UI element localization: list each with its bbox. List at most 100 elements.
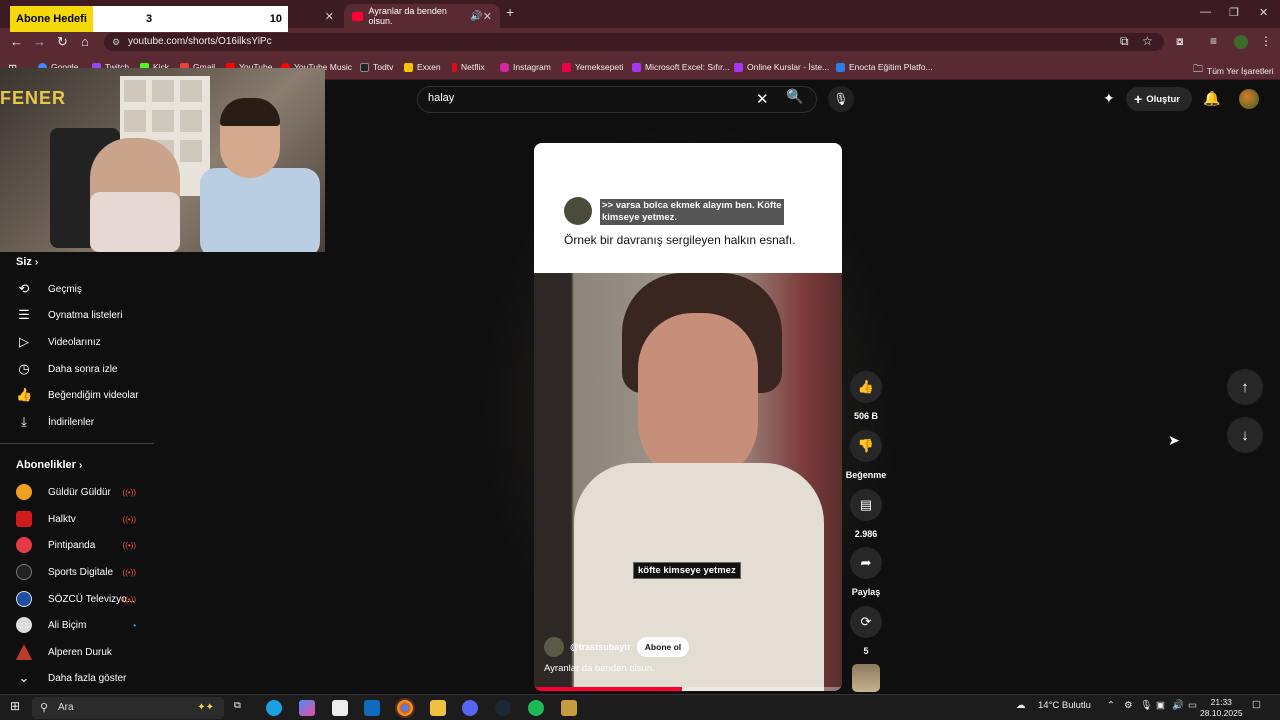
clear-search-icon[interactable]: ✕ [756,90,769,108]
bookmark-enocta[interactable]: Enocta Eğitim Platfo... [836,62,933,72]
like-action[interactable]: 👍 506 B [850,371,882,421]
media-icon[interactable]: ≡ [1210,34,1217,48]
mic-tray-icon[interactable]: 🎙 [1140,700,1152,711]
sidebar-you-header[interactable]: Siz › [16,256,38,268]
sidebar-item-playlists[interactable]: ☰ Oynatma listeleri [0,302,154,328]
sidebar-item-liked[interactable]: 👍 Beğendiğim videolar [0,382,154,408]
menu-icon[interactable]: ⋮ [1260,34,1272,48]
like-icon[interactable]: 👍 [850,371,882,403]
minimize-icon[interactable]: — [1200,6,1211,18]
channel-name[interactable]: @trastsubaytr [570,642,631,652]
bookmark-netflix[interactable]: Netflix [452,62,485,72]
tray-chevron-icon[interactable]: ⌃ [1107,700,1115,711]
all-bookmarks-folder[interactable]: 🗀 Tüm Yer İşaretleri [1193,62,1274,79]
site-info-icon[interactable]: ⚙ [112,33,120,51]
share-action[interactable]: ➦ Paylaş [850,547,882,597]
sidebar-show-more[interactable]: ⌄ Daha fazla göster [0,665,154,691]
account-avatar[interactable] [1239,89,1259,109]
camera-tray-icon[interactable]: ▣ [1156,700,1165,711]
new-tab-button[interactable]: + [506,4,514,20]
ai-sparkle-icon[interactable]: ✦ [1103,90,1115,107]
sidebar-item-downloads[interactable]: ⤓ İndirilenler [0,409,154,435]
tray-app-icon[interactable]: ⚙ [1124,700,1133,711]
edge-icon[interactable] [266,700,282,716]
speaker-icon[interactable]: 🔊 [470,11,482,22]
remix-action[interactable]: ⟳ 5 [850,606,882,656]
chrome-icon[interactable] [395,698,415,718]
next-short-button[interactable]: ↓ [1227,417,1263,453]
dislike-icon[interactable]: 👎 [850,430,882,462]
taskbar-search[interactable]: ⚲ Ara ✦✦ [32,697,224,719]
sidebar-sub-sozcu[interactable]: SÖZCÜ Televizyo... ((•)) [0,586,154,612]
store-icon[interactable] [332,700,348,716]
bookmark-exxen[interactable]: Exxen [404,62,441,72]
chevron-right-icon: › [78,460,83,471]
close-icon[interactable]: ✕ [483,10,492,23]
discord-icon[interactable] [462,700,478,716]
share-icon[interactable]: ➦ [850,547,882,579]
close-icon[interactable]: ✕ [325,10,334,23]
install-icon[interactable]: ⧉ [1120,34,1129,49]
browser-tab-2[interactable]: Ayranlar da benden olsun. 🔊 ✕ [344,4,500,28]
league-icon[interactable] [561,700,577,716]
sidebar-sub-halktv[interactable]: Halktv ((•)) [0,506,154,532]
notifications-icon[interactable]: 🔔 [1203,90,1220,107]
notification-center-icon[interactable]: ▢ [1252,699,1261,710]
channel-row: @trastsubaytr Abone ol [544,637,690,657]
channel-avatar[interactable] [544,637,564,657]
sidebar-sub-guldur[interactable]: Güldür Güldür ((•)) [0,479,154,505]
mic-button[interactable]: 🎙 [828,86,854,112]
browser-tab-1[interactable]: ✕ [290,4,342,28]
sidebar-item-history[interactable]: ⟲ Geçmiş [0,276,154,302]
profile-icon[interactable] [1234,35,1248,49]
close-window-icon[interactable]: ✕ [1259,6,1268,19]
bookmark-udemy-courses[interactable]: Online Kurslar - İste... [734,62,829,72]
weather-icon[interactable]: ☁ [1016,700,1026,711]
bookmark-instagram[interactable]: Instagram [500,62,551,72]
sidebar-item-watch-later[interactable]: ◷ Daha sonra izle [0,356,154,382]
forward-icon[interactable]: → [33,34,46,49]
restore-icon[interactable]: ❐ [1229,6,1239,19]
outlook-icon[interactable] [364,700,380,716]
bookmark-udemy-excel[interactable]: Microsoft Excel: Sıfır... [632,62,730,72]
bookmark-star-icon[interactable]: ☆ [1142,34,1153,48]
home-icon[interactable]: ⌂ [81,34,89,49]
spotify-icon[interactable] [528,700,544,716]
progress-bar[interactable] [534,687,842,691]
extensions-icon[interactable]: ⧇ [1176,34,1184,49]
short-title[interactable]: Ayranlar da benden olsun. [544,663,655,674]
clock[interactable]: 21:33 28.10.2025 [1200,697,1243,719]
remix-icon[interactable]: ⟳ [850,606,882,638]
back-icon[interactable]: ← [10,34,23,49]
weather-text[interactable]: 14°C Bulutlu [1038,700,1091,711]
subscribe-button[interactable]: Abone ol [636,637,690,657]
steam-icon[interactable] [495,700,511,716]
sidebar-sub-ali-bicim[interactable]: Ali Biçim • [0,612,154,638]
address-bar[interactable]: ⚙ youtube.com/shorts/O16ilksYiPc [104,33,1164,51]
search-icon[interactable]: 🔍 [786,88,803,105]
short-player[interactable]: >> varsa bolca ekmek alayım ben. Köfte k… [534,143,842,691]
sound-thumbnail[interactable] [852,664,880,692]
file-explorer-icon[interactable] [430,700,446,716]
create-button[interactable]: + Oluştur [1126,87,1192,111]
bookmark-todtv[interactable]: Todtv [360,62,393,72]
sidebar-sub-sports-digitale[interactable]: Sports Digitale ((•)) [0,559,154,585]
previous-short-button[interactable]: ↑ [1227,369,1263,405]
sidebar-sub-alperen-duruk[interactable]: Alperen Duruk [0,639,154,665]
comment-icon[interactable]: ▤ [850,489,882,521]
sidebar-item-your-videos[interactable]: ▷ Videolarınız [0,329,154,355]
avatar [16,511,32,527]
copilot-icon[interactable] [299,700,315,716]
dislike-label: Beğenme [845,470,887,480]
start-icon[interactable]: ⊞ [10,699,20,713]
person-image [200,98,320,252]
bookmark-yemeksepeti[interactable]: Yemeksepeti [562,62,623,72]
sidebar-subscriptions-header[interactable]: Abonelikler › [16,459,82,471]
dislike-action[interactable]: 👎 Beğenme [846,430,886,480]
task-view-icon[interactable]: ⧉ [234,700,241,711]
network-icon[interactable]: ▭ [1188,700,1197,711]
speaker-tray-icon[interactable]: 🔊 [1172,700,1184,711]
comments-action[interactable]: ▤ 2.986 [850,489,882,539]
reload-icon[interactable]: ↻ [57,34,68,50]
sidebar-sub-pintipanda[interactable]: Pintipanda ((•)) [0,532,154,558]
